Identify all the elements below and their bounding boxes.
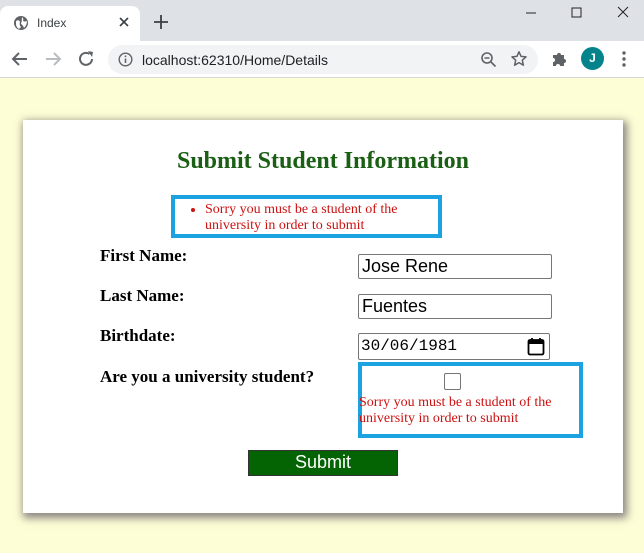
browser-toolbar: localhost:62310/Home/Details J (0, 41, 644, 78)
bookmark-star-icon[interactable] (510, 50, 528, 68)
last-name-label: Last Name: (100, 286, 185, 305)
close-tab-icon[interactable] (117, 15, 131, 29)
forward-icon[interactable] (43, 49, 63, 69)
window-close-icon[interactable] (610, 4, 636, 22)
page-title: Submit Student Information (176, 148, 470, 174)
birthdate-input[interactable]: 30/06/1981 (358, 333, 550, 360)
browser-tab[interactable]: Index (0, 6, 140, 41)
url-text: localhost:62310/Home/Details (142, 52, 328, 68)
first-name-label: First Name: (100, 246, 188, 265)
globe-icon (14, 16, 28, 30)
birthdate-label: Birthdate: (100, 326, 176, 345)
tab-title: Index (37, 16, 67, 30)
back-icon[interactable] (10, 49, 30, 69)
info-icon[interactable] (118, 52, 133, 67)
student-question-label: Are you a university student? (100, 367, 315, 386)
reload-icon[interactable] (76, 49, 96, 69)
maximize-icon[interactable] (564, 4, 590, 22)
address-bar[interactable]: localhost:62310/Home/Details (108, 45, 538, 74)
submit-button[interactable]: Submit (248, 450, 398, 476)
calendar-icon[interactable] (527, 337, 545, 356)
student-checkbox-group: Sorry you must be a student of the unive… (358, 362, 583, 438)
more-menu-icon[interactable] (616, 50, 632, 68)
zoom-out-icon[interactable] (480, 51, 497, 68)
student-form-card: Submit Student Information Sorry you mus… (23, 120, 623, 513)
university-student-checkbox[interactable] (444, 373, 461, 390)
first-name-input[interactable]: Jose Rene (358, 254, 552, 279)
birthdate-value: 30/06/1981 (361, 337, 458, 355)
validation-summary-item: Sorry you must be a student of the unive… (205, 202, 434, 234)
tab-strip: Index (0, 0, 644, 41)
last-name-input[interactable]: Fuentes (358, 294, 552, 319)
extensions-icon[interactable] (550, 50, 568, 68)
new-tab-icon[interactable] (152, 13, 170, 31)
student-field-error: Sorry you must be a student of the unive… (359, 395, 552, 426)
profile-avatar[interactable]: J (581, 47, 604, 70)
validation-summary: Sorry you must be a student of the unive… (171, 195, 442, 238)
minimize-icon[interactable] (518, 4, 544, 22)
